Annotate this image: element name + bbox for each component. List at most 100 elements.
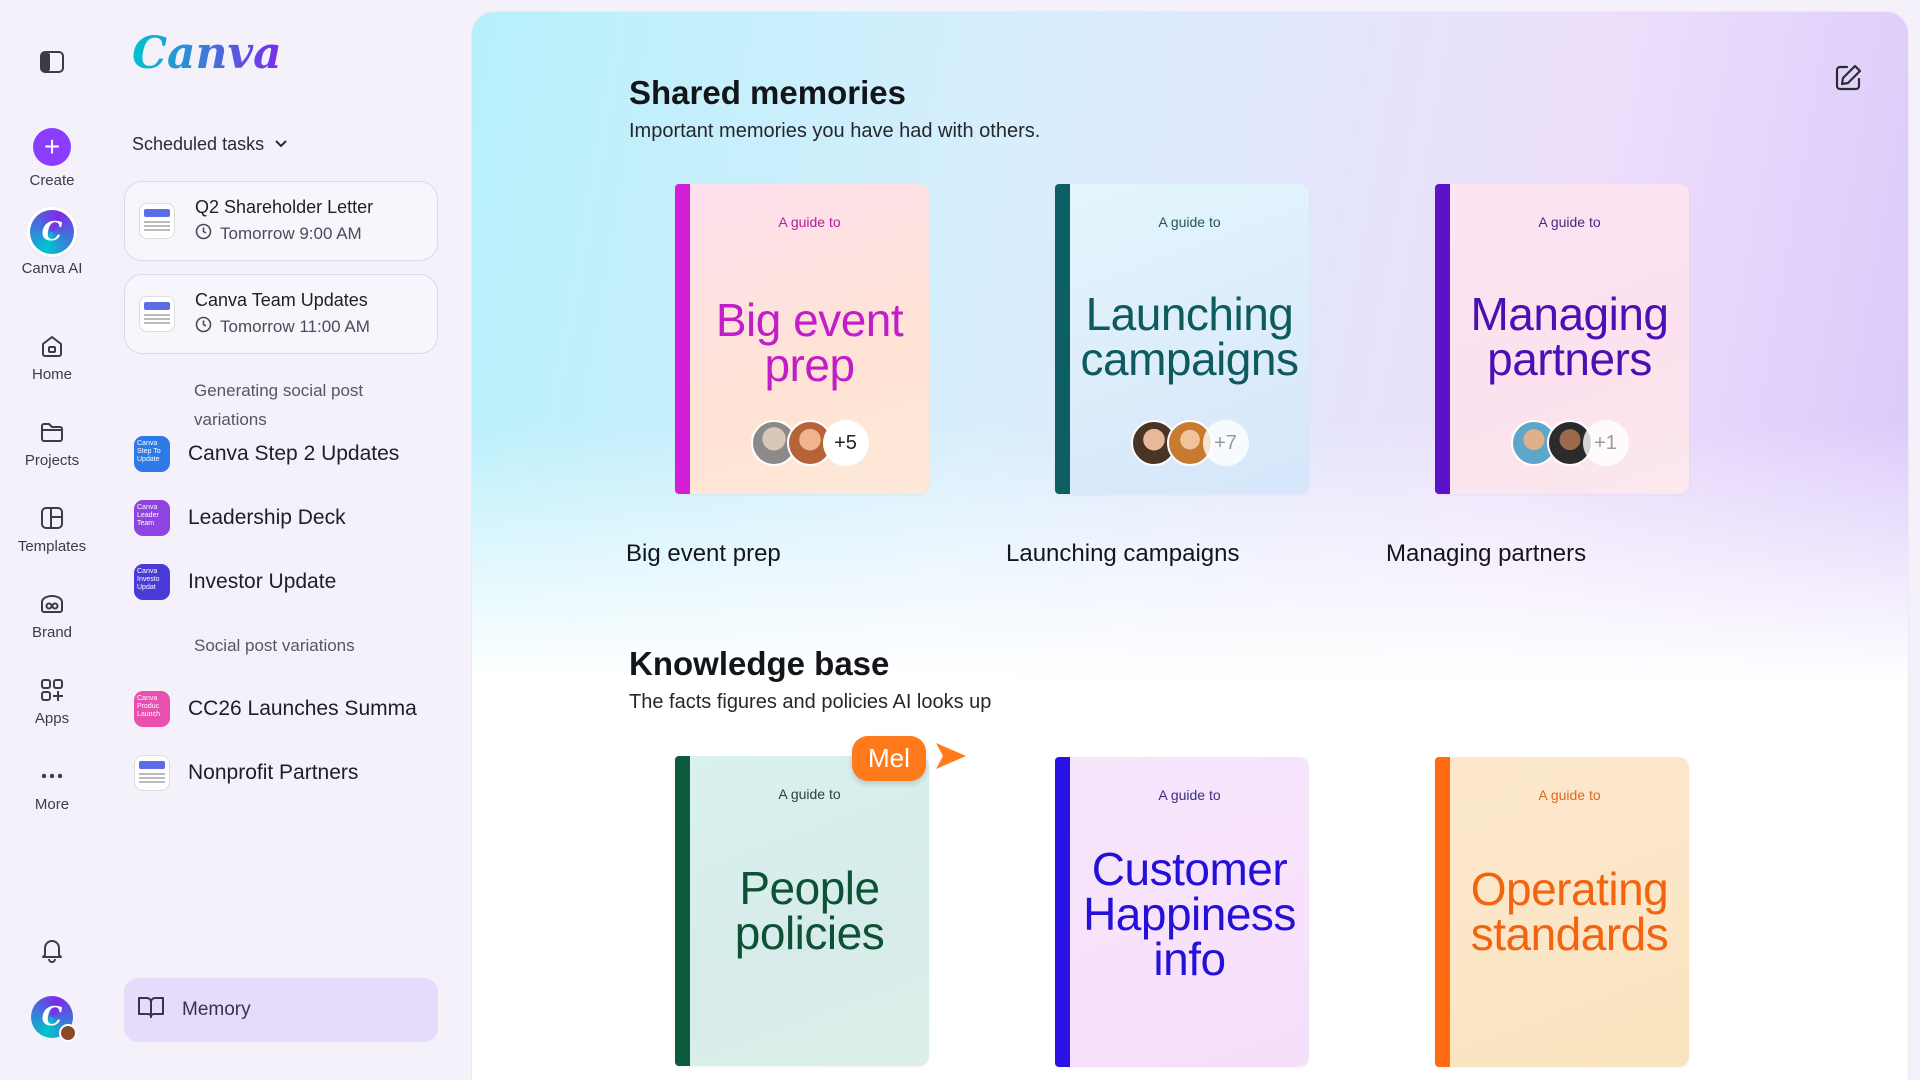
rail-templates-label: Templates xyxy=(17,538,87,555)
book-title: Customer Happiness info xyxy=(1070,843,1309,985)
book-title-line: partners xyxy=(1487,333,1652,385)
book-spine xyxy=(1435,757,1450,1067)
book-spine xyxy=(675,756,690,1066)
knowledge-base-subtitle: The facts figures and policies AI looks … xyxy=(629,691,992,713)
rail-home[interactable]: Home xyxy=(0,332,104,383)
list-item-label: Leadership Deck xyxy=(188,506,346,529)
collaborator-avatars: +1 xyxy=(1450,420,1689,466)
rail-more-label: More xyxy=(34,796,70,813)
design-thumbnail: Canva Leader Team xyxy=(134,500,170,536)
rail-brand[interactable]: Brand xyxy=(0,590,104,641)
group-label-line: Social post variations xyxy=(194,636,355,655)
book-title-line: info xyxy=(1153,933,1226,985)
group-label-line: Generating social post xyxy=(194,381,364,400)
book-spine xyxy=(675,184,690,494)
task-thumbnail xyxy=(139,203,175,239)
notifications-button[interactable] xyxy=(0,936,104,964)
memory-book-launching-campaigns[interactable]: A guide to Launching campaigns +7 xyxy=(1055,184,1309,494)
list-item-label: Canva Step 2 Updates xyxy=(188,442,400,465)
list-item-label: CC26 Launches Summa xyxy=(188,697,417,720)
task-time-text: Tomorrow 11:00 AM xyxy=(220,317,370,336)
book-title: People policies xyxy=(690,862,929,956)
design-thumbnail: Canva Produc Launch xyxy=(134,691,170,727)
book-caption[interactable]: Big event prep xyxy=(626,540,781,568)
book-title-line: People xyxy=(739,862,880,914)
rail-more[interactable]: More xyxy=(0,762,104,813)
rail-templates[interactable]: Templates xyxy=(0,504,104,555)
group-label-line: variations xyxy=(194,410,267,429)
home-icon xyxy=(38,332,66,360)
book-open-icon xyxy=(136,992,166,1028)
edit-icon xyxy=(1832,64,1864,98)
book-title-line: Launching xyxy=(1085,288,1294,340)
sidebar-toggle-icon xyxy=(38,48,66,76)
canva-ai-icon: C xyxy=(30,210,74,254)
bell-icon xyxy=(38,936,66,964)
thumbnail-text: Canva Step To Update xyxy=(137,440,161,463)
knowledge-book-customer-happiness-info[interactable]: A guide to Customer Happiness info xyxy=(1055,757,1309,1067)
rail-create[interactable]: + Create xyxy=(0,128,104,189)
book-spine xyxy=(1435,184,1450,494)
rail-canva-ai[interactable]: C Canva AI xyxy=(0,210,104,277)
book-title: Big event prep xyxy=(690,294,929,391)
list-item[interactable]: Canva Step To Update Canva Step 2 Update… xyxy=(134,436,399,472)
list-item[interactable]: Canva Produc Launch CC26 Launches Summa xyxy=(134,691,417,727)
plus-icon: + xyxy=(33,128,71,166)
icon-rail: + Create C Canva AI Home Projects Templa… xyxy=(0,0,104,1080)
toggle-sidebar-button[interactable] xyxy=(0,48,104,76)
rail-projects[interactable]: Projects xyxy=(0,418,104,469)
book-guide-label: A guide to xyxy=(1158,787,1221,803)
knowledge-book-operating-standards[interactable]: A guide to Operating standards xyxy=(1435,757,1689,1067)
more-collaborators-count: +7 xyxy=(1202,420,1249,466)
task-title: Canva Team Updates xyxy=(195,290,368,310)
scheduled-tasks-dropdown[interactable]: Scheduled tasks xyxy=(132,134,288,155)
book-spine xyxy=(1055,757,1070,1067)
shared-memories-subtitle: Important memories you have had with oth… xyxy=(629,120,1041,142)
side-panel: Canva Scheduled tasks Q2 Shareholder Let… xyxy=(104,0,466,1080)
more-collaborators-count: +1 xyxy=(1582,420,1629,466)
book-title-line: Operating xyxy=(1470,863,1669,915)
rail-projects-label: Projects xyxy=(24,452,80,469)
book-guide-label: A guide to xyxy=(1538,787,1601,803)
task-thumbnail xyxy=(139,296,175,332)
knowledge-base-title: Knowledge base xyxy=(629,645,890,682)
task-time: Tomorrow 11:00 AM xyxy=(195,316,370,338)
task-card[interactable]: Q2 Shareholder Letter Tomorrow 9:00 AM xyxy=(124,181,438,261)
book-title-line: Customer xyxy=(1091,843,1288,895)
book-title-line: prep xyxy=(764,339,855,391)
rail-apps-label: Apps xyxy=(34,710,70,727)
group-label: Social post variations xyxy=(194,631,355,660)
task-card[interactable]: Canva Team Updates Tomorrow 11:00 AM xyxy=(124,274,438,354)
canva-logo[interactable]: Canva xyxy=(132,28,282,79)
memory-book-managing-partners[interactable]: A guide to Managing partners +1 xyxy=(1435,184,1689,494)
edit-button[interactable] xyxy=(1832,62,1864,99)
knowledge-book-people-policies[interactable]: A guide to People policies xyxy=(675,756,929,1066)
list-item-label: Nonprofit Partners xyxy=(188,761,359,784)
rail-apps[interactable]: Apps xyxy=(0,676,104,727)
task-time-text: Tomorrow 9:00 AM xyxy=(220,224,362,243)
book-caption[interactable]: Launching campaigns xyxy=(1006,540,1240,568)
book-title-line: campaigns xyxy=(1080,333,1299,385)
scheduled-tasks-label: Scheduled tasks xyxy=(132,134,265,154)
collaborator-cursor: Mel xyxy=(852,736,968,781)
folder-icon xyxy=(38,418,66,446)
avatar-badge xyxy=(59,1024,77,1042)
cursor-arrow-icon xyxy=(934,741,968,776)
list-item[interactable]: Canva Leader Team Leadership Deck xyxy=(134,500,346,536)
memory-button[interactable]: Memory xyxy=(124,978,438,1042)
book-caption[interactable]: Managing partners xyxy=(1386,540,1586,568)
brand-icon xyxy=(38,590,66,618)
design-thumbnail: Canva Step To Update xyxy=(134,436,170,472)
group-label: Generating social post variations xyxy=(194,376,363,434)
list-item[interactable]: Canva Investo Updat Investor Update xyxy=(134,564,336,600)
book-title-line: standards xyxy=(1470,908,1669,960)
more-dots-icon xyxy=(38,762,66,790)
book-title: Launching campaigns xyxy=(1070,288,1309,385)
memory-book-big-event-prep[interactable]: A guide to Big event prep +5 xyxy=(675,184,929,494)
collaborator-avatars: +5 xyxy=(690,420,929,466)
list-item[interactable]: Nonprofit Partners xyxy=(134,755,358,791)
templates-icon xyxy=(38,504,66,532)
account-button[interactable]: C xyxy=(0,996,104,1042)
clock-icon xyxy=(195,223,212,245)
book-title-line: Big event xyxy=(715,294,904,346)
